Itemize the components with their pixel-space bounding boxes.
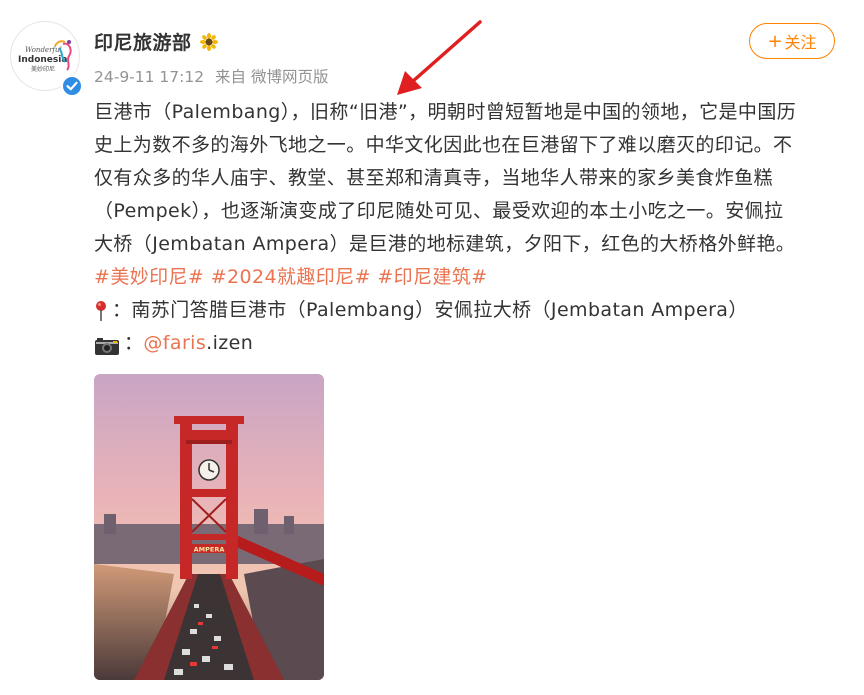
post-meta: 24-9-11 17:12 来自 微博网页版 [94,65,334,87]
camera-icon [94,334,120,355]
photo-credit-prefix: ： [124,332,144,354]
follow-label: 关注 [784,33,817,52]
hashtag-row: #美妙印尼# #2024就趣印尼# #印尼建筑# [94,261,842,294]
location-line: ： 南苏门答腊巨港市（Palembang）安佩拉大桥（Jembatan Ampe… [94,294,842,327]
svg-text:Indonesia: Indonesia [18,55,67,65]
ampera-bridge-image: AMPERA [94,374,324,680]
account-name-text[interactable]: 印尼旅游部 [94,28,192,55]
post-text-line: 仅有众多的华人庙宇、教堂、甚至郑和清真寺，当地华人带来的家乡美食炸鱼糕 [94,167,774,189]
user-mention-link[interactable]: @faris [143,327,206,360]
account-name[interactable]: 印尼旅游部 [94,28,218,55]
post-source: 来自 微博网页版 [215,68,329,86]
sunflower-icon [199,32,218,51]
map-pin-icon [94,300,108,322]
svg-text:Wonderful: Wonderful [25,46,62,54]
photo-credit-line: ： @faris .izen [94,327,842,360]
verified-badge-icon [61,75,83,97]
svg-text:美妙印尼: 美妙印尼 [31,65,55,73]
hashtag-link[interactable]: #美妙印尼# [94,266,204,288]
post-text-line: （Pempek），也逐渐演变成了印尼随处可见、最受欢迎的本土小吃之一。安佩拉 [94,200,784,222]
bridge-sign-text: AMPERA [194,546,225,554]
hashtag-link[interactable]: #2024就趣印尼# [211,266,371,288]
follow-button[interactable]: + 关注 [749,23,835,59]
post-timestamp[interactable]: 24-9-11 17:12 [94,68,204,86]
plus-icon: + [767,30,783,52]
post-text-line: 大桥（Jembatan Ampera）是巨港的地标建筑，夕阳下，红色的大桥格外鲜… [94,233,796,255]
post-text-line: 巨港市（Palembang），旧称“旧港”，明朝时曾短暂地是中国的领地，它是中国… [94,101,797,123]
location-prefix: ： [112,299,132,321]
mention-suffix: .izen [206,332,254,354]
post-text-line: 史上为数不多的海外飞地之一。中华文化因此也在巨港留下了难以磨灭的印记。不 [94,134,793,156]
post-photo[interactable]: AMPERA [94,374,324,680]
hashtag-link[interactable]: #印尼建筑# [377,266,487,288]
location-text: 南苏门答腊巨港市（Palembang）安佩拉大桥（Jembatan Ampera… [131,299,748,321]
post-content: 巨港市（Palembang），旧称“旧港”，明朝时曾短暂地是中国的领地，它是中国… [94,96,842,360]
